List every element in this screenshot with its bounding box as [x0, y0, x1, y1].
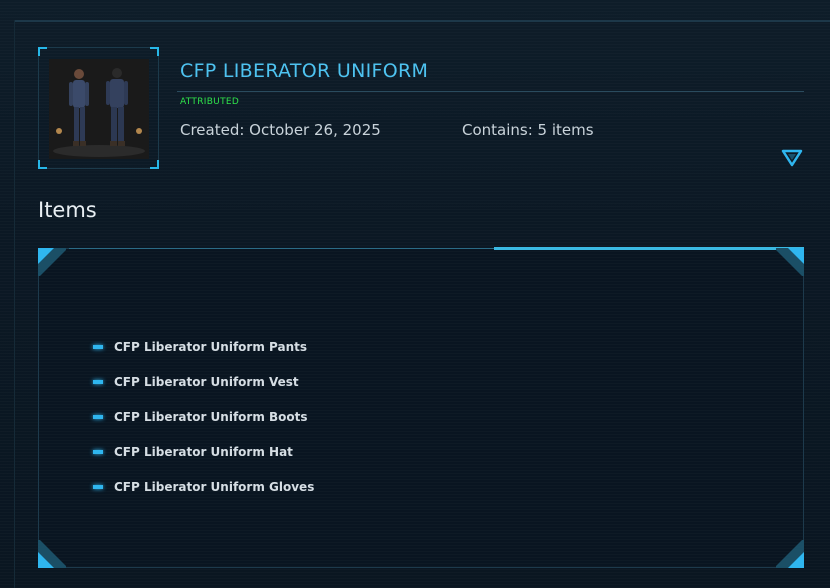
list-item[interactable]: CFP Liberator Uniform Hat — [93, 434, 314, 469]
corner-accent-bottom-right — [776, 540, 804, 568]
item-label: CFP Liberator Uniform Vest — [114, 374, 299, 389]
uniform-figures-image — [49, 59, 149, 159]
list-item[interactable]: CFP Liberator Uniform Vest — [93, 364, 314, 399]
item-thumbnail — [49, 59, 149, 159]
items-panel: CFP Liberator Uniform Pants CFP Liberato… — [38, 247, 804, 568]
list-item[interactable]: CFP Liberator Uniform Pants — [93, 329, 314, 364]
title-divider — [177, 91, 804, 92]
panel-top-glow-line — [494, 247, 804, 250]
left-border — [14, 20, 15, 588]
corner-accent-top-right — [776, 248, 804, 276]
item-label: CFP Liberator Uniform Pants — [114, 339, 308, 354]
item-thumbnail-frame[interactable] — [38, 47, 159, 169]
attributed-badge: ATTRIBUTED — [180, 97, 240, 107]
items-list: CFP Liberator Uniform Pants CFP Liberato… — [93, 329, 314, 504]
list-item[interactable]: CFP Liberator Uniform Boots — [93, 399, 314, 434]
bullet-icon — [93, 449, 103, 454]
item-label: CFP Liberator Uniform Gloves — [114, 479, 315, 494]
collapse-toggle-button[interactable] — [781, 148, 803, 168]
triangle-down-icon — [781, 149, 803, 167]
list-item[interactable]: CFP Liberator Uniform Gloves — [93, 469, 314, 504]
top-border — [14, 20, 830, 22]
items-heading: Items — [38, 198, 97, 222]
panel-top-line — [69, 248, 494, 249]
corner-accent-bottom-left — [38, 540, 66, 568]
item-title: CFP LIBERATOR UNIFORM — [180, 60, 429, 82]
bullet-icon — [93, 484, 103, 489]
created-date: Created: October 26, 2025 — [180, 121, 381, 139]
bullet-icon — [93, 379, 103, 384]
item-label: CFP Liberator Uniform Hat — [114, 444, 293, 459]
contains-count: Contains: 5 items — [462, 121, 594, 139]
bullet-icon — [93, 414, 103, 419]
corner-accent-top-left — [38, 248, 66, 276]
item-label: CFP Liberator Uniform Boots — [114, 409, 308, 424]
bullet-icon — [93, 344, 103, 349]
